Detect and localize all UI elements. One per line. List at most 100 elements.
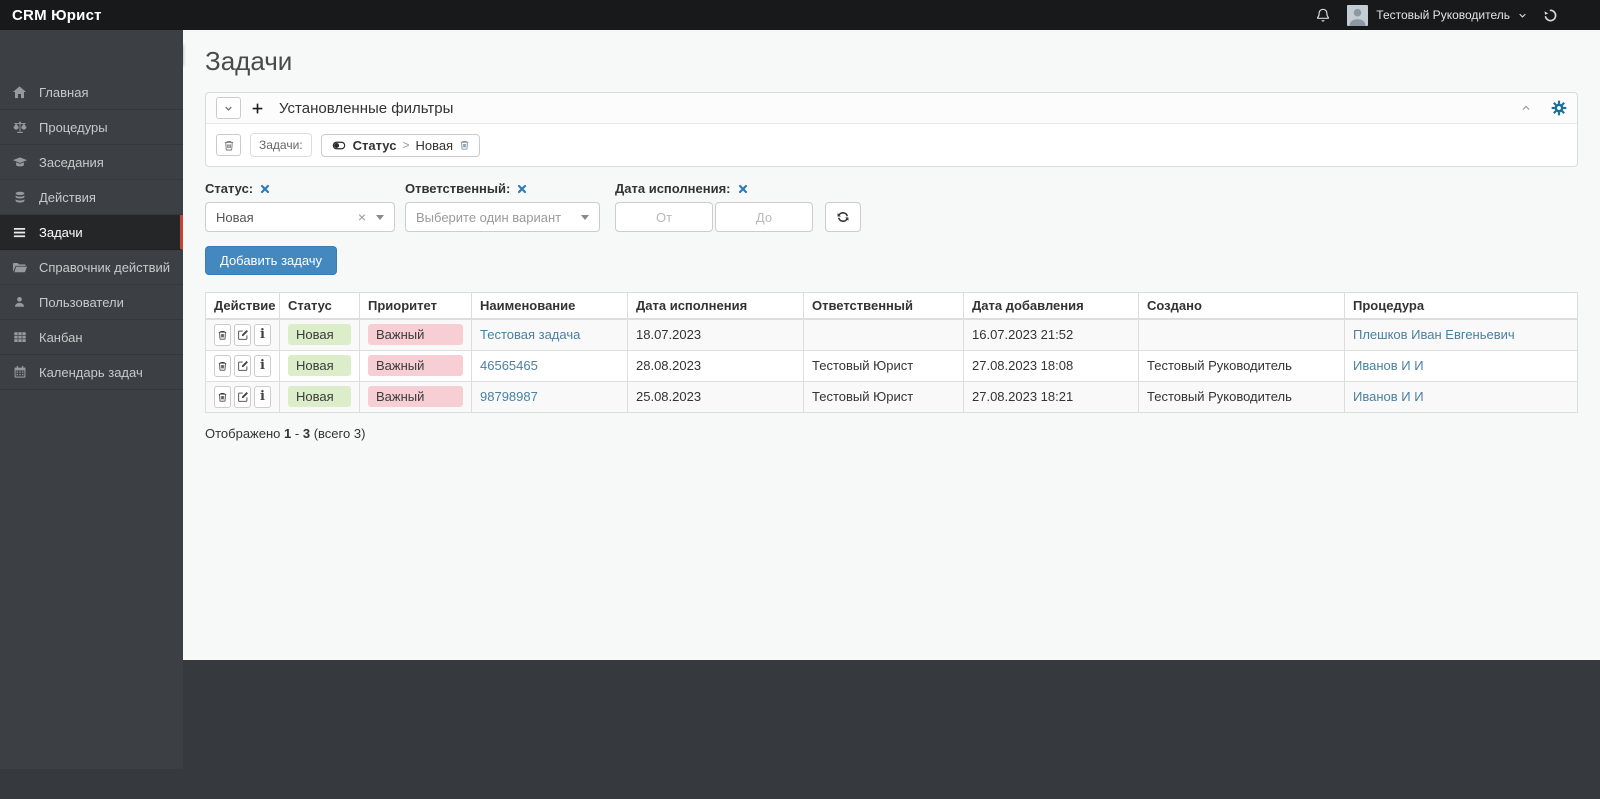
edit-task-button[interactable] [234, 354, 251, 377]
add-task-button[interactable]: Добавить задачу [205, 246, 338, 275]
refresh-button[interactable] [825, 202, 861, 232]
sidebar-item-label: Процедуры [39, 119, 108, 135]
header-action: Действие [205, 292, 280, 320]
due-date-filter-label-text: Дата исполнения: [615, 181, 731, 196]
gear-icon[interactable] [1551, 100, 1567, 116]
responsible-cell [803, 318, 964, 351]
entity-filter-label: Задачи: [250, 133, 312, 157]
status-select-clear-icon[interactable]: × [358, 210, 366, 224]
created-by-cell [1138, 318, 1345, 351]
filters-panel-title: Установленные фильтры [279, 99, 454, 117]
status-cell: Новая [279, 380, 360, 413]
scales-icon [11, 120, 28, 135]
sidebar-item-users[interactable]: Пользователи [0, 285, 183, 320]
responsible-select-placeholder: Выберите один вариант [416, 209, 562, 225]
name-cell: 46565465 [471, 349, 628, 382]
sidebar-item-home[interactable]: Главная [0, 75, 183, 110]
action-cell: i [205, 318, 280, 351]
action-cell: i [205, 349, 280, 382]
info-task-button[interactable]: i [254, 354, 271, 377]
filters-panel: Установленные фильтры Задачи: Статус > Н… [205, 92, 1578, 167]
created-by-cell: Тестовый Руководитель [1138, 380, 1345, 413]
delete-task-button[interactable] [214, 323, 231, 346]
clear-filters-button[interactable] [216, 134, 241, 156]
task-link[interactable]: 46565465 [480, 358, 538, 373]
sidebar-item-label: Справочник действий [39, 259, 171, 275]
caret-down-icon [581, 214, 589, 220]
applied-filter-separator: > [402, 138, 410, 152]
applied-filter-value: Новая [415, 137, 454, 153]
info-task-button[interactable]: i [254, 385, 271, 408]
task-link[interactable]: Тестовая задача [480, 327, 580, 342]
header-name: Наименование [471, 292, 628, 320]
responsible-clear-x-icon[interactable] [517, 184, 527, 194]
due-date-cell: 18.07.2023 [627, 318, 804, 351]
history-icon[interactable] [1543, 8, 1558, 23]
responsible-filter-label: Ответственный: [405, 181, 600, 196]
due-date-clear-x-icon[interactable] [738, 184, 748, 194]
filters-dropdown-button[interactable] [216, 97, 241, 119]
info-task-button[interactable]: i [254, 323, 271, 346]
date-to-input[interactable] [715, 202, 813, 232]
user-menu[interactable]: Тестовый Руководитель [1347, 4, 1527, 26]
sidebar-item-label: Календарь задач [39, 364, 143, 380]
results-prefix: Отображено [205, 425, 281, 441]
sidebar-item-procedures[interactable]: Процедуры [0, 110, 183, 145]
due-date-cell: 28.08.2023 [627, 349, 804, 382]
date-from-input[interactable] [615, 202, 713, 232]
delete-task-button[interactable] [214, 385, 231, 408]
edit-task-button[interactable] [234, 323, 251, 346]
priority-badge: Важный [368, 386, 463, 407]
results-from: 1 [284, 425, 292, 441]
procedure-link[interactable]: Иванов И И [1353, 358, 1424, 373]
collapse-panel-icon[interactable] [1519, 103, 1533, 113]
status-clear-x-icon[interactable] [260, 184, 270, 194]
status-select[interactable]: Новая × [205, 202, 395, 232]
sidebar-item-label: Канбан [39, 329, 83, 345]
responsible-filter-group: Ответственный: Выберите один вариант [405, 181, 600, 232]
app-brand[interactable]: CRM Юрист [12, 7, 102, 24]
caret-down-icon [376, 214, 384, 220]
sidebar-item-task-calendar[interactable]: Календарь задач [0, 355, 183, 390]
topbar: CRM Юрист Тестовый Руководитель [0, 0, 1600, 30]
task-link[interactable]: 98798987 [480, 389, 538, 404]
table-row: i Новая Важный 46565465 28.08.2023 Тесто… [205, 349, 1578, 382]
responsible-filter-label-text: Ответственный: [405, 181, 511, 196]
added-date-cell: 27.08.2023 18:21 [963, 380, 1139, 413]
add-filter-button[interactable] [251, 102, 269, 115]
procedure-link[interactable]: Иванов И И [1353, 389, 1424, 404]
bell-icon[interactable] [1315, 7, 1331, 23]
sidebar-item-label: Задачи [39, 224, 83, 240]
header-due-date: Дата исполнения [627, 292, 804, 320]
sidebar-item-kanban[interactable]: Канбан [0, 320, 183, 355]
edit-task-button[interactable] [234, 385, 251, 408]
added-date-cell: 16.07.2023 21:52 [963, 318, 1139, 351]
added-date-cell: 27.08.2023 18:08 [963, 349, 1139, 382]
responsible-select[interactable]: Выберите один вариант [405, 202, 600, 232]
results-to: 3 [302, 425, 311, 441]
results-summary: Отображено 1 - 3 (всего 3) [205, 426, 1578, 441]
sidebar-item-actions[interactable]: Действия [0, 180, 183, 215]
filter-controls-row: Статус: Новая × Ответственный: Выберите [205, 181, 1578, 232]
delete-task-button[interactable] [214, 354, 231, 377]
remove-filter-trash-icon[interactable] [459, 139, 470, 151]
toggle-icon [331, 139, 347, 152]
procedure-link[interactable]: Плешков Иван Евгеньевич [1353, 327, 1515, 342]
database-icon [11, 190, 28, 205]
sidebar-item-meetings[interactable]: Заседания [0, 145, 183, 180]
header-responsible: Ответственный [803, 292, 964, 320]
folder-open-icon [11, 260, 28, 275]
sidebar-item-action-directory[interactable]: Справочник действий [0, 250, 183, 285]
due-date-cell: 25.08.2023 [627, 380, 804, 413]
header-priority: Приоритет [359, 292, 472, 320]
status-cell: Новая [279, 349, 360, 382]
user-name: Тестовый Руководитель [1376, 8, 1510, 22]
priority-cell: Важный [359, 318, 472, 351]
created-by-cell: Тестовый Руководитель [1138, 349, 1345, 382]
sidebar-item-tasks[interactable]: Задачи [0, 215, 183, 250]
due-date-filter-group: Дата исполнения: [615, 181, 861, 232]
applied-filter-pill[interactable]: Статус > Новая [320, 133, 481, 157]
procedure-cell: Иванов И И [1344, 349, 1578, 382]
user-icon [11, 295, 28, 309]
status-filter-label-text: Статус: [205, 181, 254, 196]
